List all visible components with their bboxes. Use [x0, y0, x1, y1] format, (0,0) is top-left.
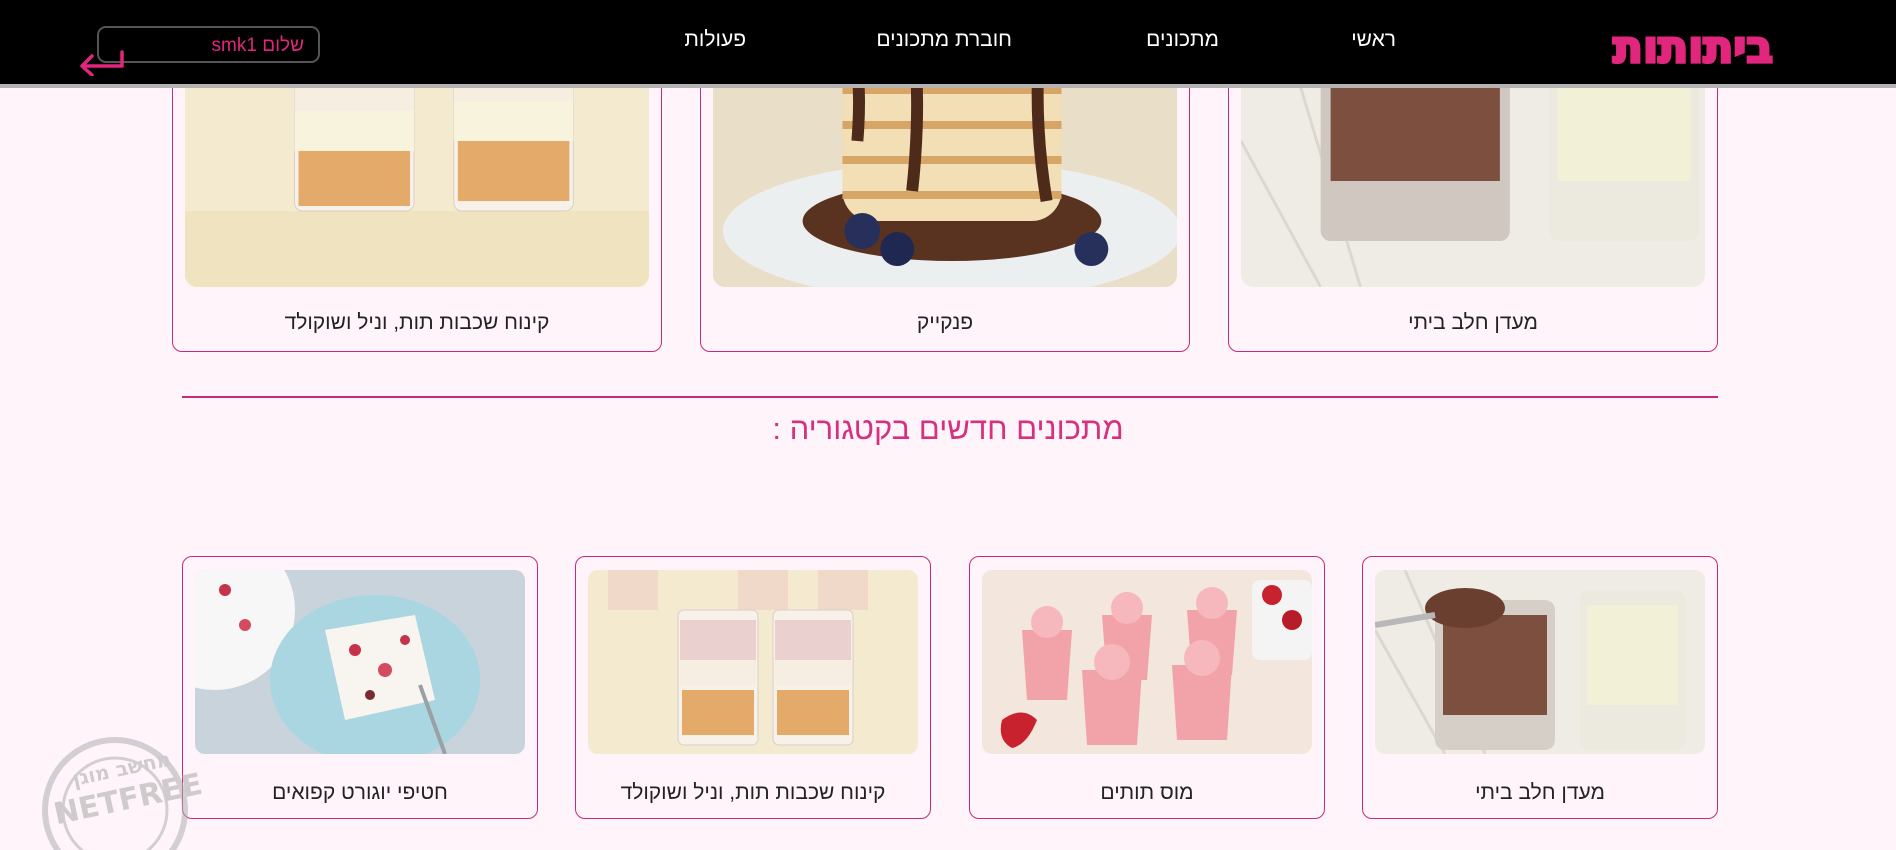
svg-text:ביתותות: ביתותות — [1613, 22, 1773, 72]
user-greeting-box[interactable]: שלום smk1 — [97, 26, 320, 63]
recipe-title[interactable]: מעדן חלב ביתי — [1363, 781, 1717, 805]
recipe-card-frozen-yogurt[interactable]: חטיפי יוגורט קפואים — [182, 556, 538, 819]
recipe-image-frozen-yogurt[interactable] — [195, 570, 525, 754]
section-divider — [182, 396, 1718, 398]
recipe-image-strawberry-mousse[interactable] — [982, 570, 1312, 754]
recipe-image-layered-dessert[interactable] — [588, 570, 918, 754]
recipe-card-strawberry-mousse[interactable]: מוס תותים — [969, 556, 1325, 819]
nav-recipes[interactable]: מתכונים — [1146, 28, 1219, 52]
site-logo[interactable]: ביתותות — [1586, 21, 1801, 75]
recipe-title[interactable]: חטיפי יוגורט קפואים — [183, 781, 537, 805]
netfree-watermark: מחשב מוגן NETFREE — [40, 730, 210, 850]
user-greeting: שלום smk1 — [211, 35, 304, 56]
nav-recipe-book[interactable]: חוברת מתכונים — [876, 28, 1012, 52]
recipe-image-milk-pudding[interactable] — [1375, 570, 1705, 754]
nav-home[interactable]: ראשי — [1351, 28, 1396, 52]
recipe-title[interactable]: פנקייק — [701, 311, 1189, 335]
section-title: מתכונים חדשים בקטגוריה : — [772, 411, 1124, 446]
logout-arrow-icon[interactable] — [76, 48, 128, 77]
nav-actions[interactable]: פעולות — [684, 28, 746, 52]
site-header: ביתותות ראשי מתכונים חוברת מתכונים פעולו… — [0, 0, 1896, 88]
recipe-title[interactable]: קינוח שכבות תות, וניל ושוקולד — [576, 781, 930, 805]
recipe-title[interactable]: קינוח שכבות תות, וניל ושוקולד — [173, 311, 661, 335]
recipe-card-layered-dessert[interactable]: קינוח שכבות תות, וניל ושוקולד — [575, 556, 931, 819]
recipe-card-milk-pudding[interactable]: מעדן חלב ביתי — [1362, 556, 1718, 819]
recipe-title[interactable]: מעדן חלב ביתי — [1229, 311, 1717, 335]
recipe-title[interactable]: מוס תותים — [970, 781, 1324, 805]
